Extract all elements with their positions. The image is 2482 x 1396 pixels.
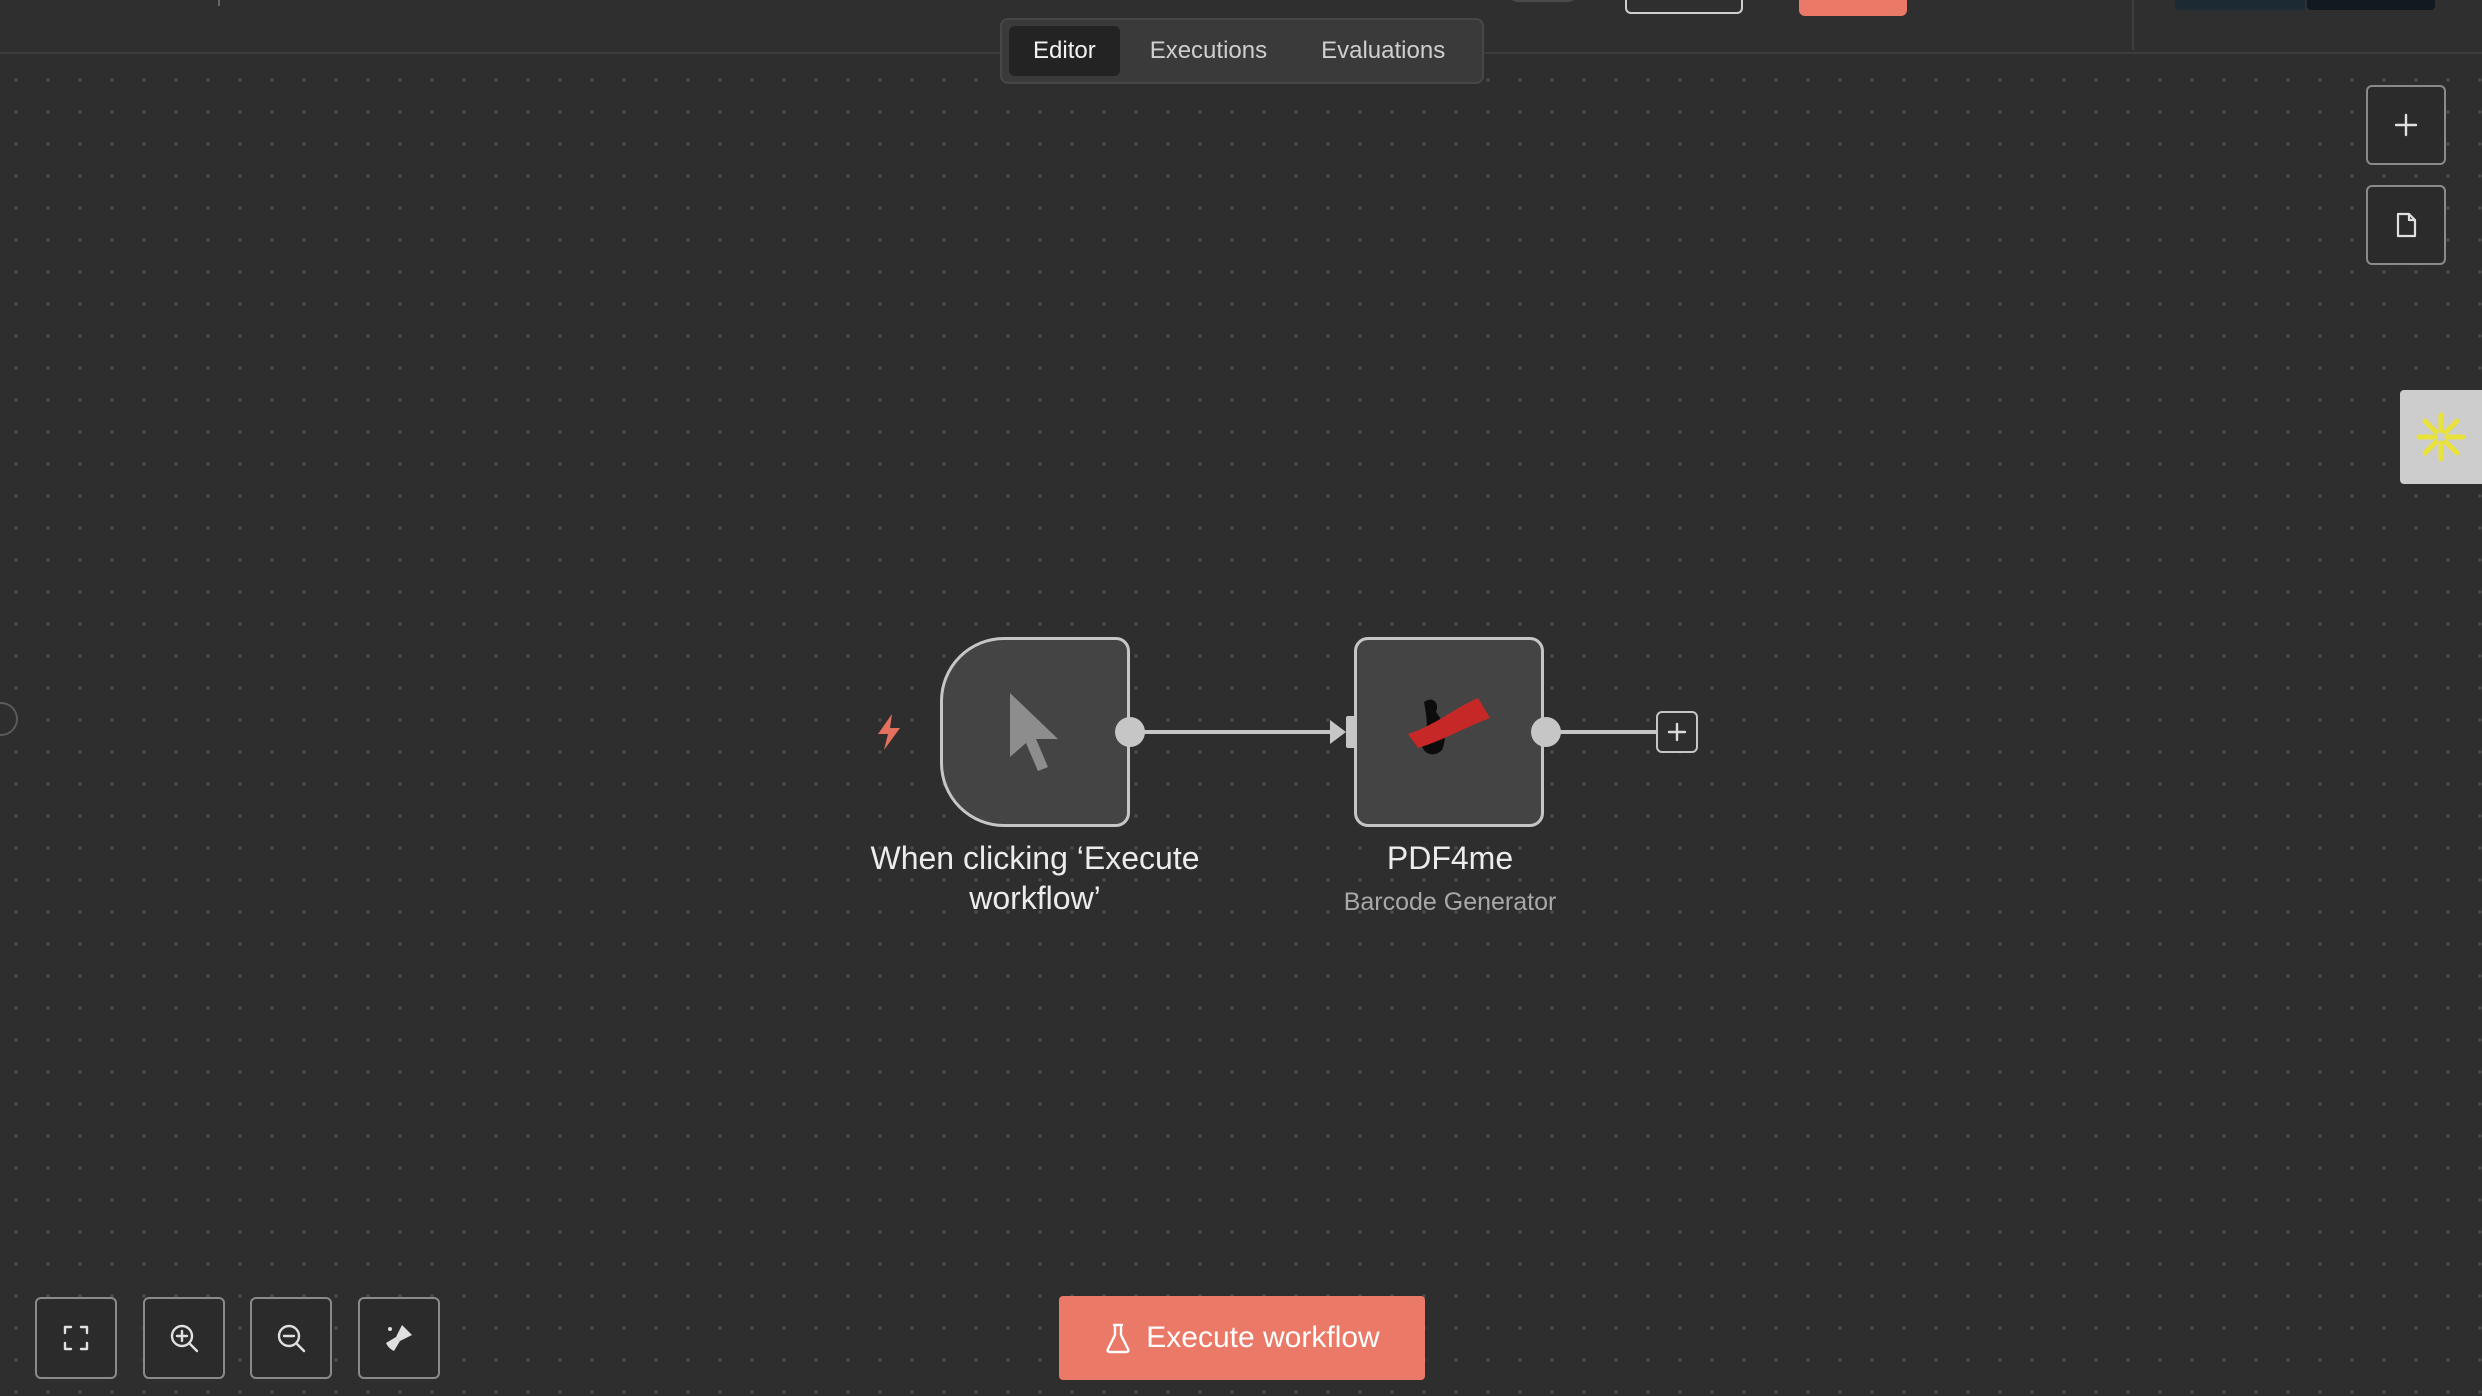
connections-layer — [1130, 716, 1656, 748]
trigger-bolt-icon — [878, 714, 900, 750]
pdf4me-node-subtitle: Barcode Generator — [1343, 888, 1557, 916]
tidy-up-button[interactable] — [358, 1297, 440, 1379]
pdf4me-node[interactable] — [1354, 637, 1544, 827]
connection-arrow — [1330, 720, 1346, 744]
flask-icon — [1106, 1323, 1130, 1354]
pdf-output-handle[interactable] — [1528, 714, 1564, 750]
pdf4me-node-label: PDF4me — [1386, 840, 1514, 876]
trigger-output-handle[interactable] — [1112, 714, 1148, 750]
trigger-node-label: When clicking ‘Execute workflow’ — [870, 840, 1200, 916]
fit-view-icon — [63, 1325, 89, 1351]
pdf4me-logo-icon — [1408, 698, 1490, 755]
fit-view-button[interactable] — [35, 1297, 117, 1379]
manual-trigger-node[interactable] — [940, 637, 1130, 827]
zoom-out-icon — [277, 1324, 306, 1353]
zoom-in-icon — [170, 1324, 199, 1353]
tidy-up-icon — [386, 1325, 412, 1351]
zoom-in-button[interactable] — [143, 1297, 225, 1379]
cursor-pointer-icon — [1010, 693, 1058, 771]
zoom-out-button[interactable] — [250, 1297, 332, 1379]
add-next-node-button[interactable] — [1656, 711, 1698, 753]
execute-workflow-button[interactable]: Execute workflow — [1059, 1296, 1425, 1380]
plus-icon — [1667, 722, 1687, 742]
execute-workflow-label: Execute workflow — [1146, 1321, 1380, 1354]
